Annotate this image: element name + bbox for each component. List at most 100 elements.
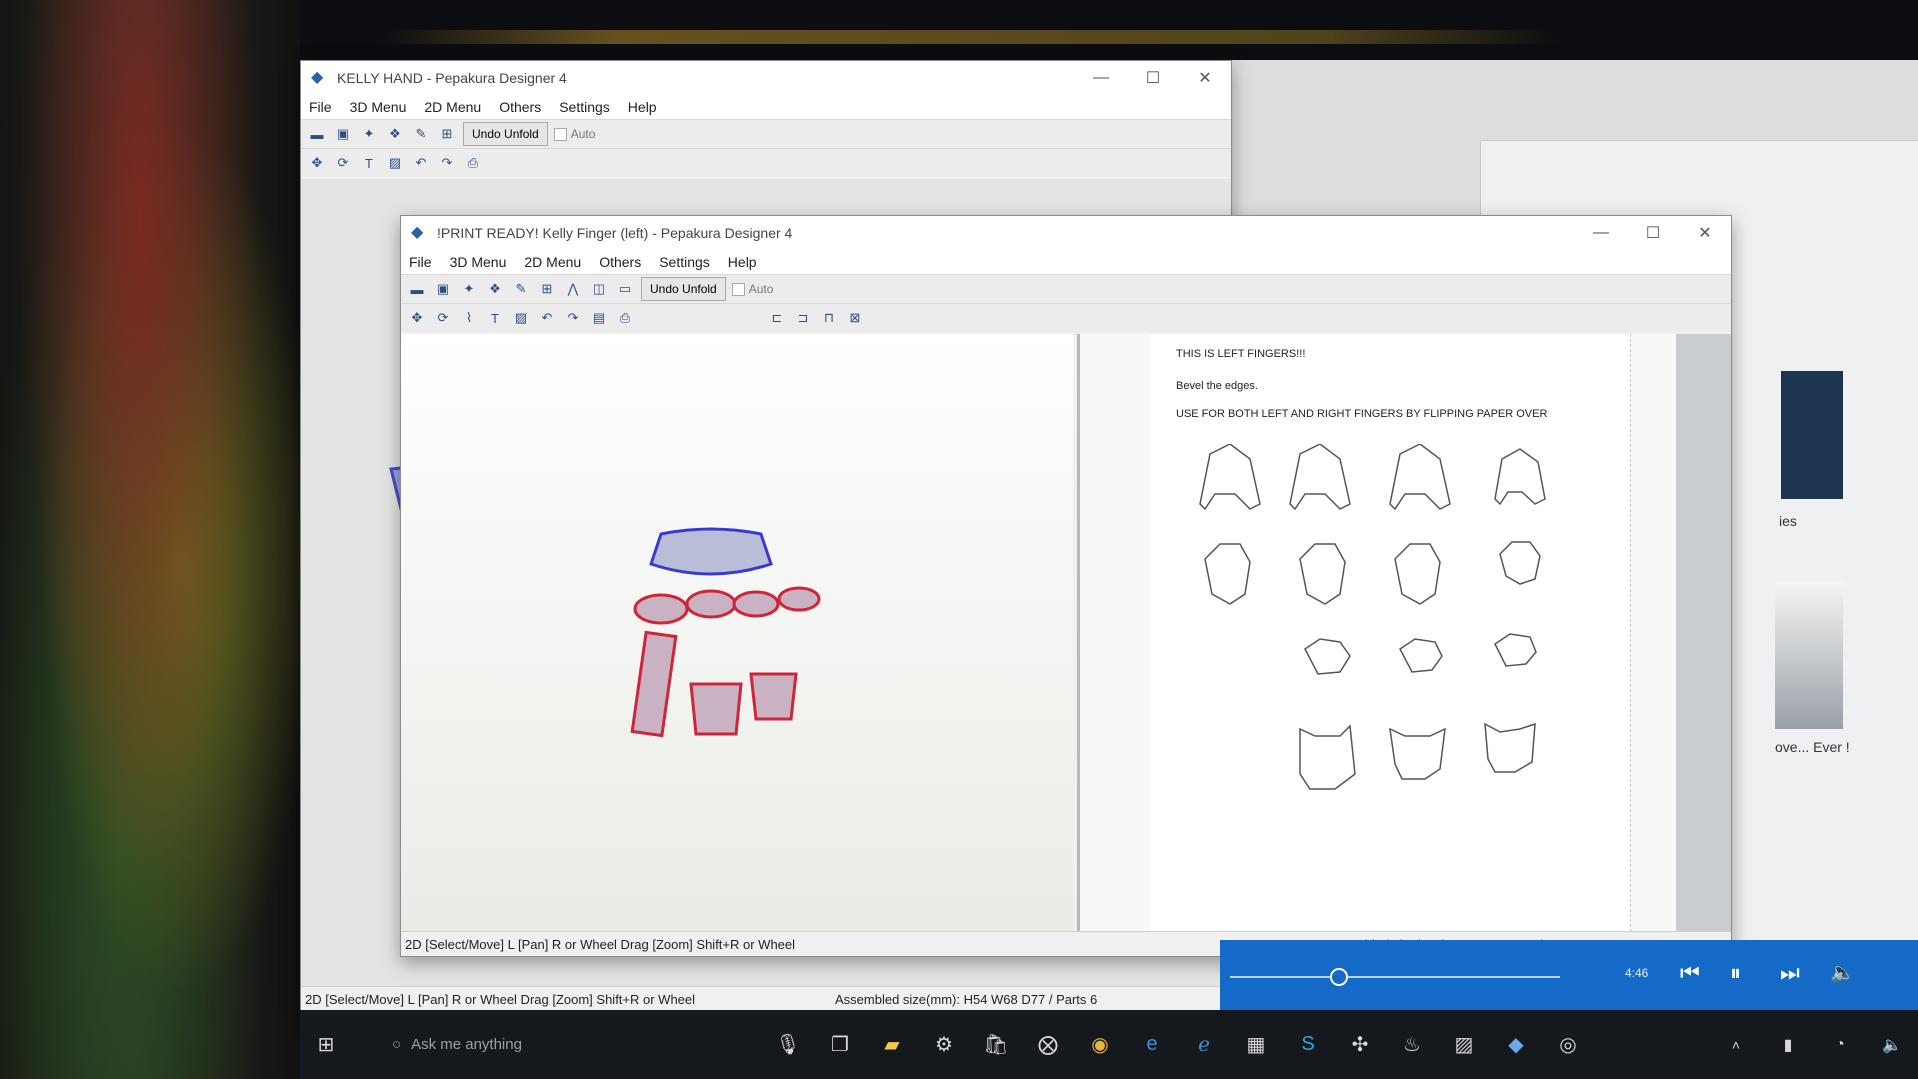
microphone-icon[interactable]: 🎙 [770,1027,806,1063]
main-window-titlebar[interactable]: ◆ !PRINT READY! Kelly Finger (left) - Pe… [401,216,1731,250]
model-segment-3 [732,590,780,618]
print-icon[interactable]: ⎙ [615,308,635,328]
menu-file[interactable]: File [309,99,332,115]
undo-unfold-button[interactable]: Undo Unfold [463,122,548,146]
join-tool-icon[interactable]: ⊞ [437,124,457,144]
menu-settings[interactable]: Settings [559,99,610,115]
pepakura-icon[interactable]: ◆ [1498,1027,1534,1063]
fan-icon[interactable]: ✣ [1342,1027,1378,1063]
menu-others[interactable]: Others [599,254,641,270]
menu-help[interactable]: Help [628,99,657,115]
select-icon[interactable]: ✥ [407,308,427,328]
save-icon[interactable]: ▣ [333,124,353,144]
close-icon[interactable]: ✕ [1679,223,1731,243]
align-right-icon[interactable]: ⊓ [819,308,839,328]
photos-icon[interactable]: ▨ [1446,1027,1482,1063]
undo-icon[interactable]: ↶ [537,308,557,328]
cortana-search-box[interactable]: ○ Ask me anything [392,1027,742,1063]
store-icon[interactable]: 🛍 [978,1027,1014,1063]
background-window-title: KELLY HAND - Pepakura Designer 4 [337,70,567,86]
edge-icon[interactable]: e [1134,1027,1170,1063]
auto-checkbox[interactable]: Auto [731,282,773,296]
rotate-icon[interactable]: ⟳ [433,308,453,328]
3d-view-pane[interactable] [401,334,1073,932]
align-center-icon[interactable]: ⊐ [793,308,813,328]
skype-icon[interactable]: S [1290,1027,1326,1063]
image-tool-icon[interactable]: ▨ [511,308,531,328]
menu-file[interactable]: File [409,254,432,270]
menu-others[interactable]: Others [499,99,541,115]
previous-track-icon[interactable]: ⏮ [1680,960,1700,986]
main-pepakura-window[interactable]: ◆ !PRINT READY! Kelly Finger (left) - Pe… [400,215,1732,957]
ie-icon[interactable]: ℯ [1186,1027,1222,1063]
edge-edit-icon[interactable]: ⌇ [459,308,479,328]
minimize-icon[interactable]: — [1575,224,1627,242]
redo-icon[interactable]: ↷ [563,308,583,328]
next-track-icon[interactable]: ⏭ [1780,960,1800,986]
task-view-icon[interactable]: ❐ [822,1027,858,1063]
menu-3d[interactable]: 3D Menu [450,254,507,270]
chrome-icon[interactable]: ◉ [1082,1027,1118,1063]
page-setup-icon[interactable]: ▤ [589,308,609,328]
image-tool-icon[interactable]: ▨ [385,153,405,173]
sheet-note-bevel: Bevel the edges. [1176,380,1258,392]
sheet-heading: THIS IS LEFT FINGERS!!! [1176,348,1306,360]
monitor-bezel-glare [380,30,1560,44]
print-icon[interactable]: ⎙ [463,153,483,173]
close-icon[interactable]: ✕ [1179,68,1231,88]
arrange-icon[interactable]: ⊠ [845,308,865,328]
select-icon[interactable]: ✥ [307,153,327,173]
tray-chevron-icon[interactable]: ˄ [1718,1027,1754,1063]
auto-checkbox-label: Auto [570,127,596,141]
text-tool-icon[interactable]: T [359,153,379,173]
menu-2d[interactable]: 2D Menu [524,254,581,270]
calculator-icon[interactable]: ▦ [1238,1027,1274,1063]
groove-icon[interactable]: ◎ [1550,1027,1586,1063]
unfold-icon[interactable]: ❖ [485,279,505,299]
background-window-toolbar: ▬ ▣ ✦ ❖ ✎ ⊞ Undo Unfold Auto [301,119,1231,148]
redo-icon[interactable]: ↷ [437,153,457,173]
text-tool-icon[interactable]: T [485,308,505,328]
background-window-titlebar[interactable]: ◆ KELLY HAND - Pepakura Designer 4 — ☐ ✕ [301,61,1231,95]
pause-icon[interactable]: ⏸ [1730,960,1741,986]
open-icon[interactable]: ▬ [307,124,327,144]
steam-icon[interactable]: ♨ [1394,1027,1430,1063]
edge-tool-icon[interactable]: ✎ [411,124,431,144]
menu-help[interactable]: Help [728,254,757,270]
unfold-icon[interactable]: ❖ [385,124,405,144]
light-icon[interactable]: ✦ [459,279,479,299]
undo-unfold-button[interactable]: Undo Unfold [641,277,726,301]
file-explorer-icon[interactable]: ▰ [874,1027,910,1063]
rotate-icon[interactable]: ⟳ [333,153,353,173]
fold-icon[interactable]: ⋀ [563,279,583,299]
volume-tray-icon[interactable]: 🔈 [1874,1027,1910,1063]
volume-icon[interactable]: 🔈 [1830,960,1855,985]
xbox-icon[interactable]: ⨂ [1030,1027,1066,1063]
media-seek-thumb[interactable] [1330,968,1348,986]
auto-checkbox[interactable]: Auto [553,127,596,141]
edge-tool-icon[interactable]: ✎ [511,279,531,299]
save-icon[interactable]: ▣ [433,279,453,299]
network-icon[interactable]: ▮ [1770,1027,1806,1063]
settings-icon[interactable]: ⚙ [926,1027,962,1063]
media-seek-track[interactable] [1230,976,1560,978]
undo-icon[interactable]: ↶ [411,153,431,173]
menu-2d[interactable]: 2D Menu [424,99,481,115]
part-plate-3 [1394,543,1441,605]
minimize-icon[interactable]: — [1075,69,1127,87]
maximize-icon[interactable]: ☐ [1127,68,1179,88]
light-icon[interactable]: ✦ [359,124,379,144]
wifi-icon[interactable]: ◔ [1822,1027,1858,1063]
windows-start-icon[interactable]: ⊞ [308,1027,344,1063]
open-icon[interactable]: ▬ [407,279,427,299]
align-left-icon[interactable]: ⊏ [767,308,787,328]
menu-3d[interactable]: 3D Menu [350,99,407,115]
unfolded-parts [1199,444,1546,790]
2d-pane-scrollbar[interactable] [1676,334,1731,932]
view-split-icon[interactable]: ◫ [589,279,609,299]
join-tool-icon[interactable]: ⊞ [537,279,557,299]
2d-pattern-pane[interactable]: THIS IS LEFT FINGERS!!! Bevel the edges.… [1077,334,1731,932]
maximize-icon[interactable]: ☐ [1627,223,1679,243]
view-single-icon[interactable]: ▭ [615,279,635,299]
menu-settings[interactable]: Settings [659,254,710,270]
